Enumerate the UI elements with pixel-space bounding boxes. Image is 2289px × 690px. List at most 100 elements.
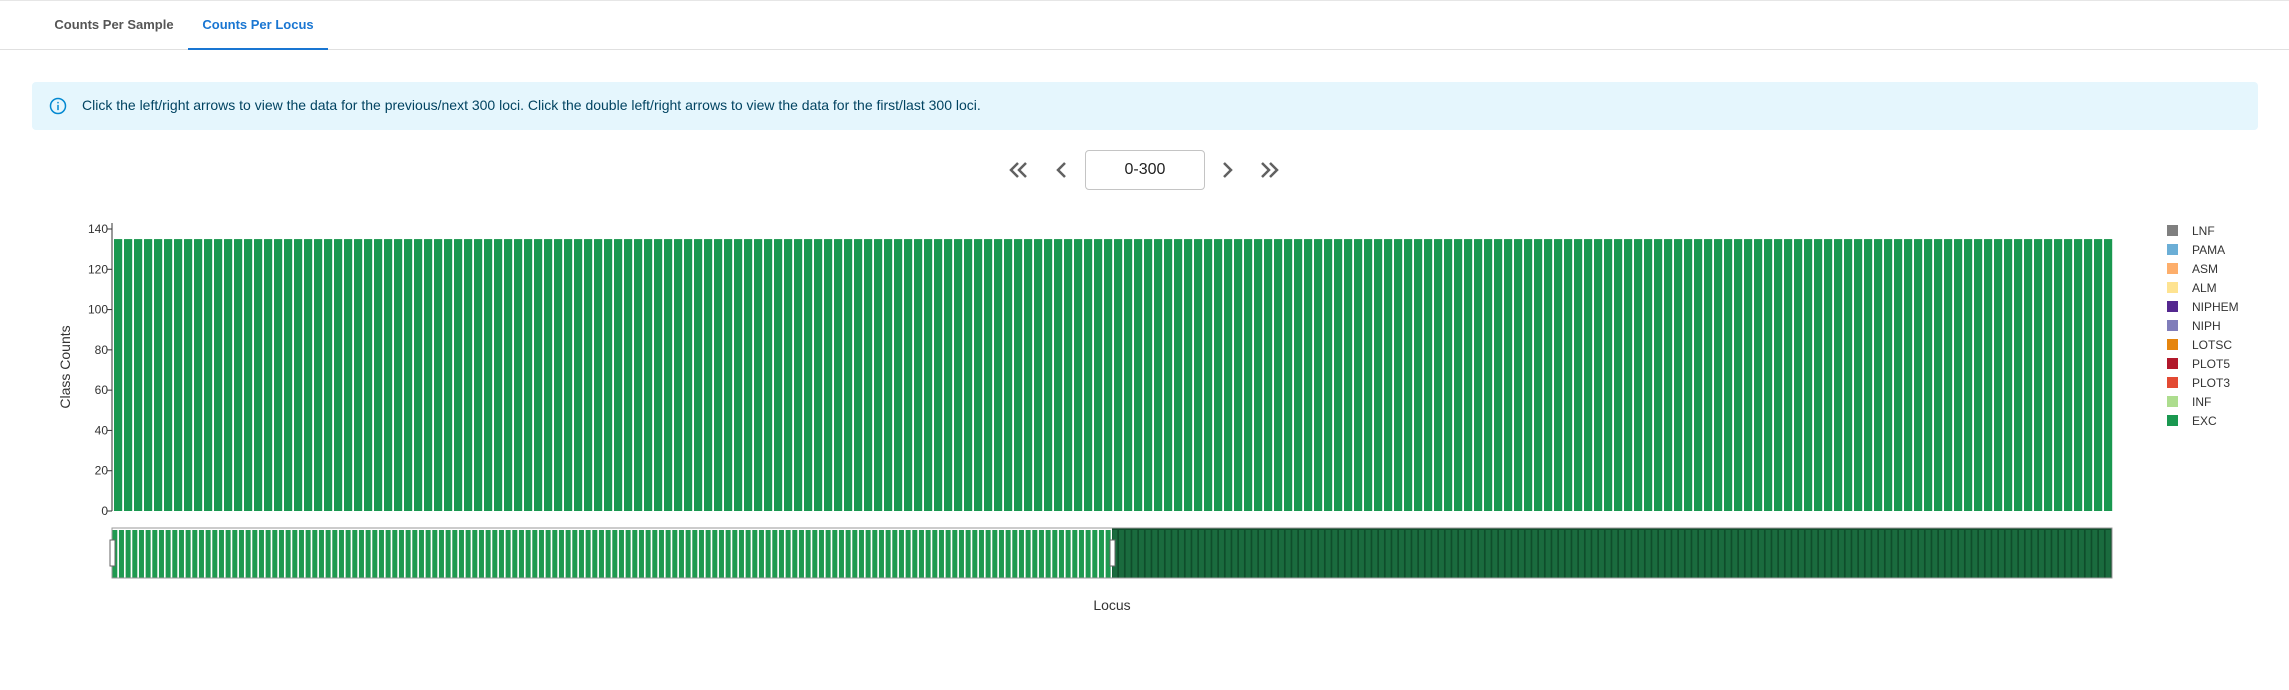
bar[interactable] <box>1924 239 1933 511</box>
bar[interactable] <box>2094 239 2103 511</box>
bar[interactable] <box>694 239 703 511</box>
bar[interactable] <box>1904 239 1913 511</box>
bar[interactable] <box>1664 239 1673 511</box>
bar[interactable] <box>1454 239 1463 511</box>
bar[interactable] <box>654 239 663 511</box>
bar[interactable] <box>1844 239 1853 511</box>
bar[interactable] <box>994 239 1003 511</box>
brush-navigator[interactable] <box>109 527 2113 579</box>
bar[interactable] <box>214 239 223 511</box>
bar[interactable] <box>1444 239 1453 511</box>
bar[interactable] <box>1464 239 1473 511</box>
bar[interactable] <box>1084 239 1093 511</box>
bar[interactable] <box>404 239 413 511</box>
bar[interactable] <box>1264 239 1273 511</box>
bar[interactable] <box>784 239 793 511</box>
bar[interactable] <box>474 239 483 511</box>
bar[interactable] <box>1034 239 1043 511</box>
bar[interactable] <box>1114 239 1123 511</box>
bar[interactable] <box>1564 239 1573 511</box>
bar[interactable] <box>674 239 683 511</box>
bar[interactable] <box>914 239 923 511</box>
bar[interactable] <box>1134 239 1143 511</box>
bar[interactable] <box>1964 239 1973 511</box>
legend-item-label[interactable]: PAMA <box>2192 243 2225 257</box>
bar[interactable] <box>824 239 833 511</box>
bar[interactable] <box>1344 239 1353 511</box>
bar[interactable] <box>304 239 313 511</box>
bar[interactable] <box>974 239 983 511</box>
bar[interactable] <box>1014 239 1023 511</box>
bar[interactable] <box>1974 239 1983 511</box>
brush-handle-left[interactable] <box>109 539 116 567</box>
bar[interactable] <box>864 239 873 511</box>
bar[interactable] <box>1534 239 1543 511</box>
bar[interactable] <box>564 239 573 511</box>
bar[interactable] <box>554 239 563 511</box>
bar[interactable] <box>2074 239 2083 511</box>
bar[interactable] <box>1244 239 1253 511</box>
bar[interactable] <box>1734 239 1743 511</box>
legend-item-label[interactable]: LNF <box>2192 224 2215 238</box>
bar[interactable] <box>384 239 393 511</box>
bar[interactable] <box>2014 239 2023 511</box>
bar[interactable] <box>854 239 863 511</box>
bar[interactable] <box>144 239 153 511</box>
bar[interactable] <box>704 239 713 511</box>
bar[interactable] <box>1064 239 1073 511</box>
bar[interactable] <box>1524 239 1533 511</box>
bar[interactable] <box>544 239 553 511</box>
bar[interactable] <box>1314 239 1323 511</box>
legend-item-label[interactable]: NIPHEM <box>2192 300 2239 314</box>
bar[interactable] <box>194 239 203 511</box>
bar[interactable] <box>1994 239 2003 511</box>
chevron-left-icon[interactable] <box>1048 156 1076 184</box>
bar[interactable] <box>284 239 293 511</box>
bar[interactable] <box>1814 239 1823 511</box>
bar[interactable] <box>1934 239 1943 511</box>
bar[interactable] <box>944 239 953 511</box>
bar[interactable] <box>524 239 533 511</box>
bar[interactable] <box>1324 239 1333 511</box>
bar[interactable] <box>2054 239 2063 511</box>
bar[interactable] <box>1024 239 1033 511</box>
bar[interactable] <box>134 239 143 511</box>
bar[interactable] <box>1884 239 1893 511</box>
bar[interactable] <box>484 239 493 511</box>
double-chevron-right-icon[interactable] <box>1256 156 1284 184</box>
bar[interactable] <box>1294 239 1303 511</box>
bar[interactable] <box>1704 239 1713 511</box>
bar[interactable] <box>1374 239 1383 511</box>
bar[interactable] <box>1334 239 1343 511</box>
bar[interactable] <box>1404 239 1413 511</box>
bar[interactable] <box>1684 239 1693 511</box>
bar[interactable] <box>1764 239 1773 511</box>
bar[interactable] <box>334 239 343 511</box>
bar[interactable] <box>664 239 673 511</box>
bar[interactable] <box>454 239 463 511</box>
bar[interactable] <box>804 239 813 511</box>
bar[interactable] <box>874 239 883 511</box>
bar[interactable] <box>2104 239 2113 511</box>
double-chevron-left-icon[interactable] <box>1004 156 1032 184</box>
bar[interactable] <box>1004 239 1013 511</box>
bar[interactable] <box>1914 239 1923 511</box>
legend-item-label[interactable]: LOTSC <box>2192 338 2232 352</box>
bar[interactable] <box>1354 239 1363 511</box>
bar[interactable] <box>1554 239 1563 511</box>
bar[interactable] <box>964 239 973 511</box>
bar[interactable] <box>394 239 403 511</box>
bar[interactable] <box>154 239 163 511</box>
bar[interactable] <box>744 239 753 511</box>
bar[interactable] <box>1154 239 1163 511</box>
bar[interactable] <box>2064 239 2073 511</box>
bar[interactable] <box>114 239 123 511</box>
bar[interactable] <box>174 239 183 511</box>
bar[interactable] <box>1044 239 1053 511</box>
bar[interactable] <box>1944 239 1953 511</box>
bar[interactable] <box>184 239 193 511</box>
bar[interactable] <box>1654 239 1663 511</box>
bar[interactable] <box>764 239 773 511</box>
bar[interactable] <box>1204 239 1213 511</box>
bar[interactable] <box>224 239 233 511</box>
